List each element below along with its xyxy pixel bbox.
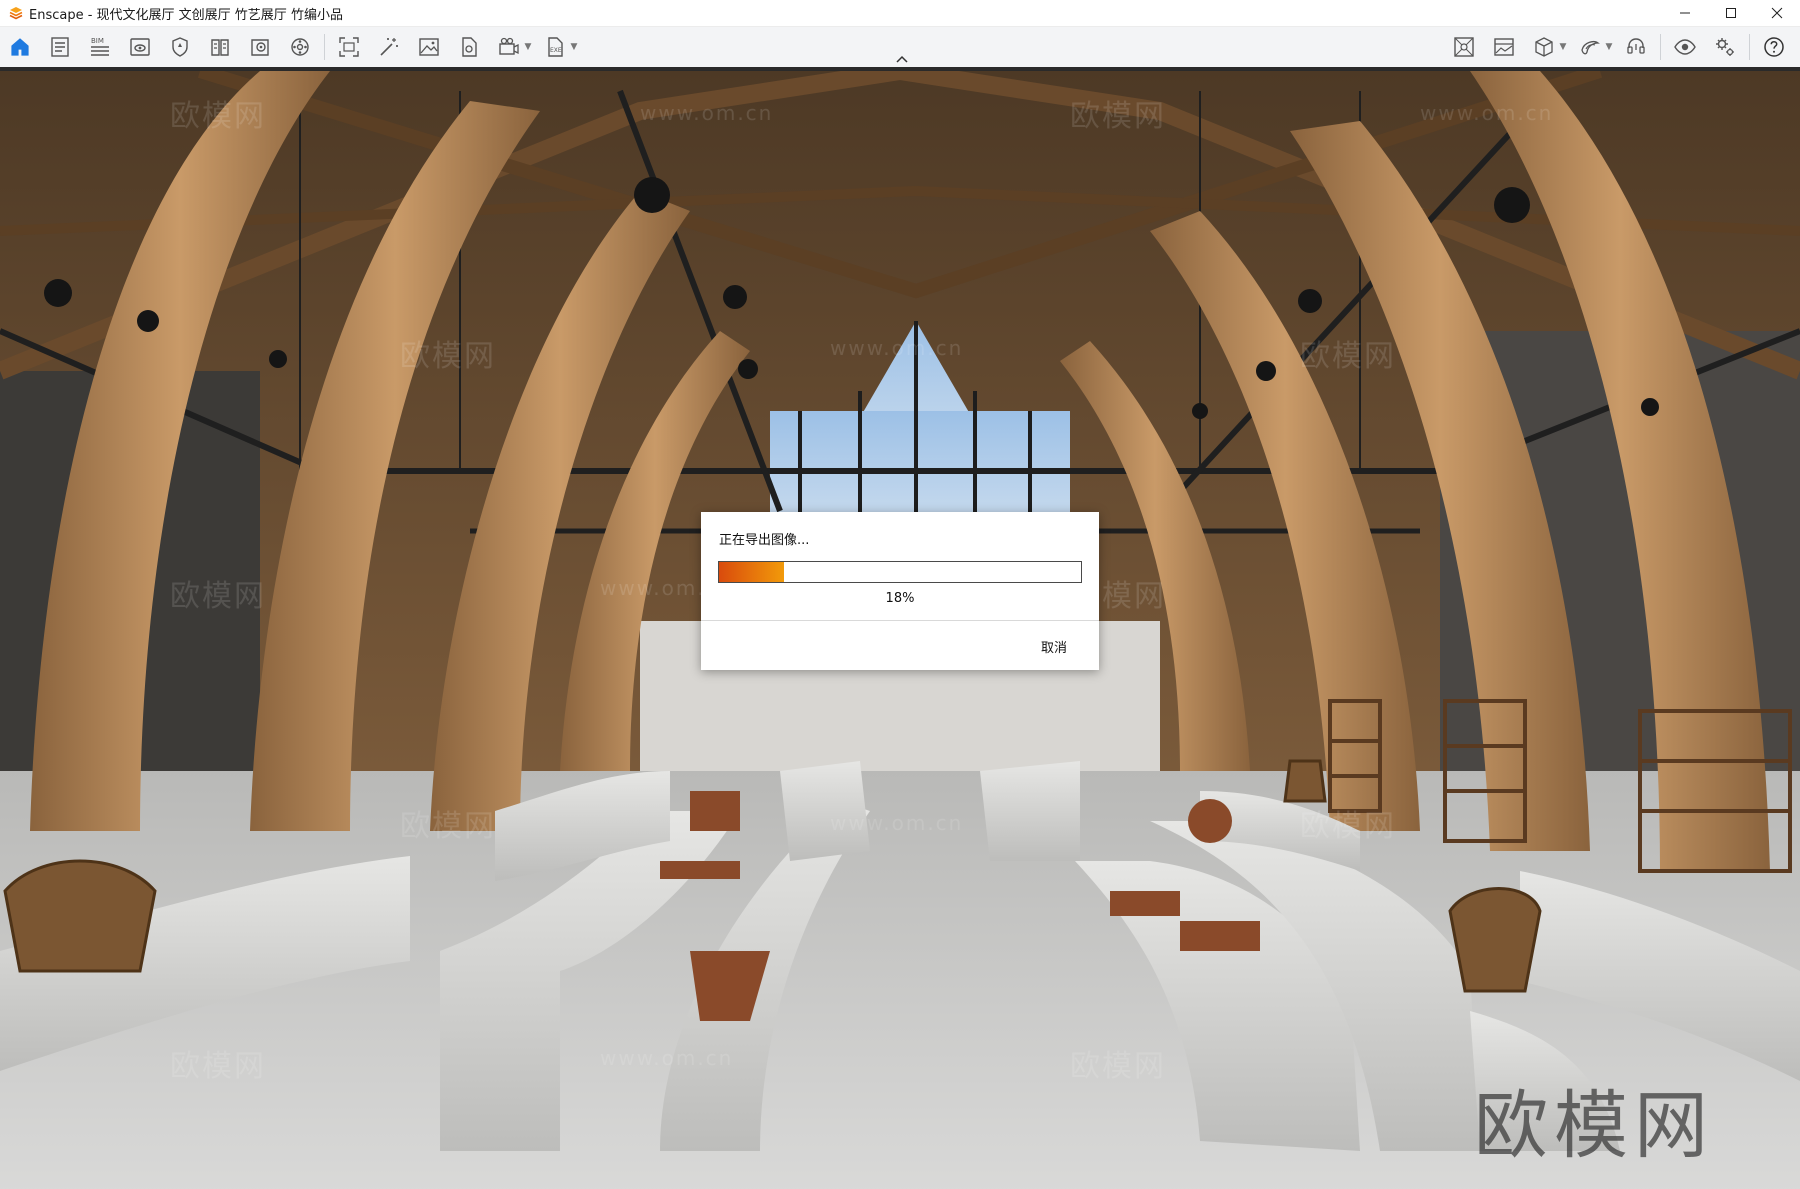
window-controls [1662, 0, 1800, 26]
atmosphere-button[interactable] [280, 27, 320, 67]
grid-square-icon [1454, 37, 1474, 57]
assets-button[interactable] [160, 27, 200, 67]
eye-icon [1674, 39, 1696, 55]
progress-percent: 18% [885, 591, 915, 606]
bim-icon: BIM [91, 37, 109, 56]
title-bar: Enscape - 现代文化展厅 文创展厅 竹艺展厅 竹编小品 [0, 0, 1800, 27]
video-dropdown-icon[interactable]: ▼ [523, 27, 533, 67]
watermark-url: www.om.cn [830, 336, 964, 360]
toolbar-separator [324, 34, 325, 60]
toolbar-separator [1749, 34, 1750, 60]
document-lines-icon [51, 37, 69, 57]
toolbar-right-group: ▼ ▼ [1444, 27, 1794, 67]
toolbar-left-group: BIM ▼ EXE ▼ [0, 27, 581, 67]
cube-icon [1535, 37, 1553, 57]
watermark-url: www.om.cn [600, 1046, 734, 1070]
minimize-icon[interactable] [1662, 0, 1708, 26]
watermark: 欧模网 [170, 579, 266, 614]
vr-dropdown-icon[interactable]: ▼ [1604, 27, 1614, 67]
shield-asset-icon [172, 37, 188, 57]
panorama-button[interactable] [1484, 27, 1524, 67]
image-icon [419, 38, 439, 56]
watermark: 欧模网 [400, 809, 496, 844]
view-cube-dropdown-icon[interactable]: ▼ [1558, 27, 1568, 67]
batch-render-button[interactable] [449, 27, 489, 67]
svg-text:EXE: EXE [550, 47, 562, 54]
bim-button[interactable]: BIM [80, 27, 120, 67]
export-progress-dialog: 正在导出图像... 18% 取消 [701, 512, 1099, 670]
crop-frame-icon [339, 37, 359, 57]
brand-watermark: 欧模网 [1474, 1083, 1714, 1169]
question-icon [1764, 37, 1784, 57]
gears-icon [1716, 38, 1734, 56]
fullscreen-button[interactable] [1444, 27, 1484, 67]
window-title: Enscape - 现代文化展厅 文创展厅 竹艺展厅 竹编小品 [29, 7, 343, 23]
progress-bar [718, 561, 1082, 583]
capture-view-button[interactable] [329, 27, 369, 67]
camera-film-icon [499, 37, 519, 55]
watermark: 欧模网 [1300, 339, 1396, 374]
enscape-logo-icon [9, 7, 23, 20]
home-icon [11, 38, 29, 56]
close-icon[interactable] [1754, 0, 1800, 26]
book-icon [211, 39, 229, 56]
material-editor-button[interactable] [240, 27, 280, 67]
dialog-divider [701, 620, 1099, 621]
image-export-button[interactable] [409, 27, 449, 67]
svg-text:BIM: BIM [91, 37, 104, 45]
cancel-button[interactable]: 取消 [1041, 637, 1067, 656]
watermark: 欧模网 [1070, 99, 1166, 134]
toolbar-separator [1660, 34, 1661, 60]
preview-button[interactable] [1665, 27, 1705, 67]
watermark-url: www.om.cn [640, 101, 774, 125]
watermark: 欧模网 [400, 339, 496, 374]
settings-button[interactable] [1705, 27, 1745, 67]
magic-tool-button[interactable] [369, 27, 409, 67]
wand-icon [380, 38, 398, 56]
gear-circle-icon [291, 38, 309, 56]
maximize-icon[interactable] [1708, 0, 1754, 26]
file-tag-icon [462, 37, 477, 57]
collaboration-button[interactable] [1616, 27, 1656, 67]
swirl-icon [1581, 41, 1600, 55]
dialog-title: 正在导出图像... [719, 533, 810, 548]
headset-icon [1627, 38, 1645, 54]
material-library-button[interactable] [200, 27, 240, 67]
eye-window-icon [130, 38, 150, 56]
export-dropdown-icon[interactable]: ▼ [569, 27, 579, 67]
watermark: 欧模网 [170, 1049, 266, 1084]
watermark-url: www.om.cn [1420, 101, 1554, 125]
watermark: 欧模网 [170, 99, 266, 134]
palette-book-icon [251, 39, 269, 56]
home-button[interactable] [0, 27, 40, 67]
help-button[interactable] [1754, 27, 1794, 67]
exe-file-icon: EXE [548, 37, 563, 57]
project-info-button[interactable] [40, 27, 80, 67]
watermark: 欧模网 [1300, 809, 1396, 844]
progress-bar-fill [719, 562, 785, 582]
collapse-toolbar-icon[interactable] [893, 53, 911, 65]
watermark: 欧模网 [1070, 1049, 1166, 1084]
watermark-url: www.om.cn [830, 811, 964, 835]
visual-settings-button[interactable] [120, 27, 160, 67]
landscape-frame-icon [1494, 38, 1514, 56]
